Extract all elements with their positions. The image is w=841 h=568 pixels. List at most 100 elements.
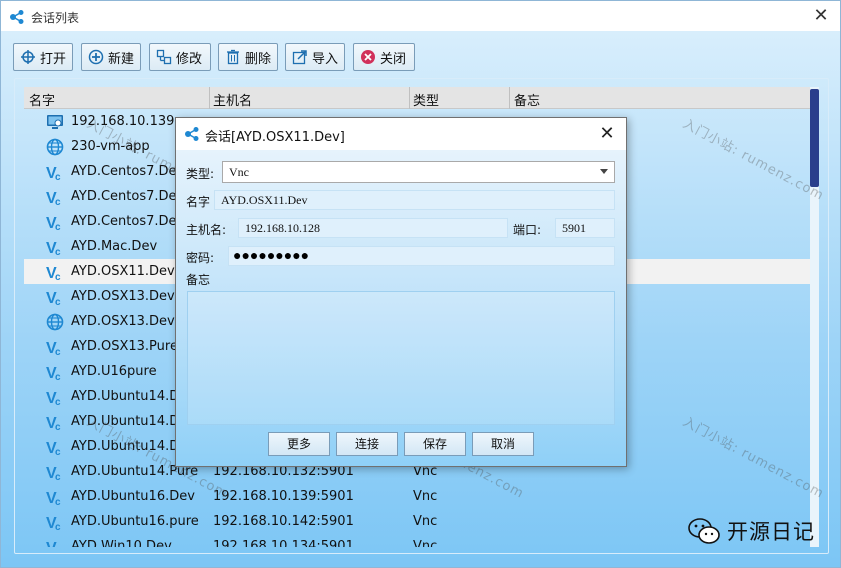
dialog-title: 会话[AYD.OSX11.Dev]: [205, 130, 345, 145]
vnc-icon: Vc: [46, 438, 64, 458]
window-title: 会话列表: [31, 11, 80, 25]
svg-text:c: c: [55, 372, 61, 381]
column-header-type[interactable]: 类型: [413, 90, 439, 109]
svg-text:c: c: [55, 247, 61, 256]
delete-button[interactable]: 删除: [218, 43, 278, 71]
list-header: 名字 主机名 类型 备忘: [24, 87, 810, 109]
row-name: AYD.Mac.Dev: [71, 239, 158, 254]
column-divider[interactable]: [409, 87, 410, 109]
wechat-icon: [688, 518, 720, 544]
column-header-name[interactable]: 名字: [29, 90, 55, 109]
vnc-icon: Vc: [46, 363, 64, 383]
dialog-title-bar: 会话[AYD.OSX11.Dev] ✕: [176, 118, 626, 150]
scrollbar-thumb[interactable]: [810, 89, 819, 187]
port-label: 端口:: [513, 223, 542, 237]
password-label: 密码:: [186, 251, 215, 265]
vnc-icon: Vc: [46, 163, 64, 183]
close-button[interactable]: 关闭: [353, 43, 415, 71]
row-name: AYD.Win10.Dev: [71, 539, 172, 547]
row-name: AYD.OSX13.Dev: [71, 289, 175, 304]
row-type: Vnc: [413, 539, 438, 547]
port-field[interactable]: 5901: [555, 218, 615, 238]
vnc-icon: Vc: [46, 463, 64, 483]
session-list-window: 会话列表 ✕ 打开 新建 修改 删除 导入 关闭 名字 主机名 类型 备忘 19…: [0, 0, 841, 568]
close-label: 关闭: [380, 51, 407, 67]
column-header-notes[interactable]: 备忘: [514, 90, 540, 109]
import-button[interactable]: 导入: [285, 43, 345, 71]
name-field[interactable]: AYD.OSX11.Dev: [214, 190, 615, 210]
row-name: AYD.OSX13.Pure: [71, 339, 178, 354]
svg-text:c: c: [55, 272, 61, 281]
globe-icon: [46, 313, 64, 331]
vnc-icon: Vc: [46, 488, 64, 508]
row-name: AYD.Ubuntu16.Dev: [71, 489, 195, 504]
svg-text:c: c: [55, 222, 61, 231]
password-field[interactable]: ●●●●●●●●●: [228, 246, 615, 266]
add-icon: [88, 49, 104, 65]
svg-text:c: c: [55, 172, 61, 181]
column-divider[interactable]: [209, 87, 210, 109]
svg-text:c: c: [55, 297, 61, 306]
svg-text:c: c: [55, 447, 61, 456]
import-icon: [292, 50, 307, 65]
row-type: Vnc: [413, 489, 438, 504]
vnc-icon: Vc: [46, 513, 64, 533]
more-button[interactable]: 更多: [268, 432, 330, 456]
svg-text:c: c: [55, 397, 61, 406]
vnc-icon: Vc: [46, 188, 64, 208]
globe-icon: [46, 138, 64, 156]
edit-label: 修改: [176, 51, 203, 67]
rdp-icon: [46, 113, 64, 131]
row-name: AYD.Ubuntu16.pure: [71, 514, 199, 529]
chevron-down-icon: [600, 169, 608, 174]
vnc-icon: Vc: [46, 263, 64, 283]
type-select[interactable]: Vnc: [222, 161, 615, 183]
svg-text:c: c: [55, 422, 61, 431]
row-type: Vnc: [413, 514, 438, 529]
type-select-value: Vnc: [229, 165, 249, 179]
edit-button[interactable]: 修改: [149, 43, 211, 71]
notes-textarea[interactable]: [187, 291, 615, 425]
row-host: 192.168.10.142:5901: [213, 514, 354, 529]
open-label: 打开: [40, 51, 67, 67]
open-button[interactable]: 打开: [13, 43, 73, 71]
dialog-close-button[interactable]: ✕: [596, 123, 618, 145]
delete-label: 删除: [245, 51, 272, 67]
svg-text:V: V: [46, 540, 57, 547]
svg-text:c: c: [55, 347, 61, 356]
brand-text: 开源日记: [727, 520, 815, 544]
type-label: 类型:: [186, 167, 215, 181]
svg-text:c: c: [55, 522, 61, 531]
svg-text:c: c: [55, 197, 61, 206]
row-host: 192.168.10.139:5901: [213, 489, 354, 504]
vnc-icon: Vc: [46, 213, 64, 233]
vnc-icon: Vc: [46, 388, 64, 408]
column-divider[interactable]: [509, 87, 510, 109]
cancel-button[interactable]: 取消: [472, 432, 534, 456]
share-icon: [10, 10, 24, 24]
title-bar: 会话列表 ✕: [1, 1, 840, 31]
vnc-icon: Vc: [46, 538, 64, 547]
session-edit-dialog: 会话[AYD.OSX11.Dev] ✕ 类型: Vnc 名字 AYD.OSX11…: [175, 117, 627, 467]
open-icon: [21, 50, 35, 64]
host-field[interactable]: 192.168.10.128: [238, 218, 508, 238]
new-button[interactable]: 新建: [81, 43, 141, 71]
svg-text:c: c: [55, 472, 61, 481]
connect-button[interactable]: 连接: [336, 432, 398, 456]
row-host: 192.168.10.134:5901: [213, 539, 354, 547]
column-header-host[interactable]: 主机名: [213, 90, 252, 109]
password-mask: ●●●●●●●●●: [233, 249, 310, 264]
save-button[interactable]: 保存: [404, 432, 466, 456]
row-name: AYD.Centos7.Dev.: [71, 214, 188, 229]
edit-icon: [156, 49, 172, 65]
name-label: 名字: [186, 195, 211, 209]
brand-badge: 开源日记: [687, 516, 815, 546]
window-close-button[interactable]: ✕: [810, 5, 832, 27]
close-circle-icon: [361, 50, 375, 64]
row-name: AYD.OSX11.Dev: [71, 264, 175, 279]
vnc-icon: Vc: [46, 238, 64, 258]
table-row[interactable]: Vc AYD.Ubuntu16.Dev 192.168.10.139:5901 Vnc: [24, 484, 810, 509]
share-icon: [185, 127, 199, 141]
vnc-icon: Vc: [46, 413, 64, 433]
row-name: AYD.U16pure: [71, 364, 157, 379]
